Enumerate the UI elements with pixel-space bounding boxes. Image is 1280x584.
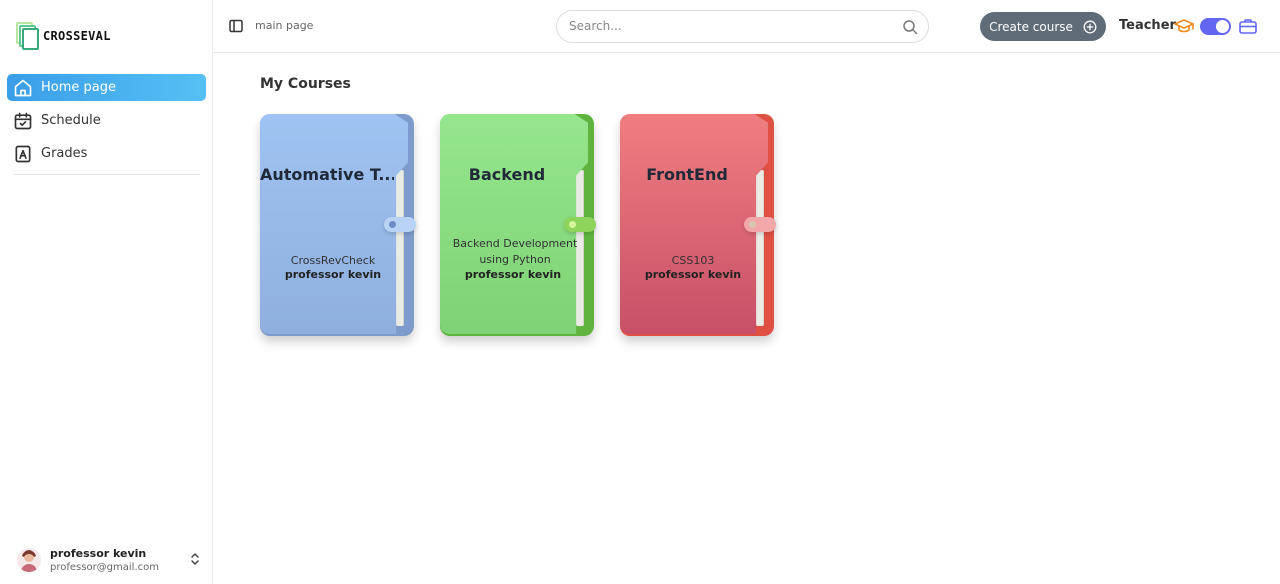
course-card[interactable]: Backend Backend Development using Python… bbox=[440, 114, 596, 336]
search-bar bbox=[556, 10, 929, 43]
course-card[interactable]: FrontEnd CSS103 professor kevin bbox=[620, 114, 776, 336]
card-tab bbox=[564, 217, 596, 232]
user-name: professor kevin bbox=[50, 546, 147, 560]
sidebar-item-label: Home page bbox=[41, 80, 116, 95]
course-title: FrontEnd bbox=[646, 165, 728, 184]
course-teacher: professor kevin bbox=[464, 268, 562, 281]
card-pages bbox=[756, 170, 764, 326]
section-title: My Courses bbox=[260, 76, 351, 92]
briefcase-icon[interactable] bbox=[1238, 16, 1258, 36]
sidebar: CROSSEVAL Home page Schedule Grades prof… bbox=[0, 0, 213, 584]
top-bar: main page Create course Teacher bbox=[214, 0, 1280, 53]
user-menu[interactable]: professor kevin professor@gmail.com bbox=[17, 545, 207, 575]
sidebar-divider bbox=[14, 174, 200, 175]
calendar-check-icon bbox=[14, 112, 32, 129]
course-description: CrossRevCheck bbox=[290, 254, 376, 267]
avatar bbox=[17, 548, 41, 572]
sidebar-item-home[interactable]: Home page bbox=[7, 74, 206, 101]
sidebar-item-label: Schedule bbox=[41, 113, 101, 128]
user-email: professor@gmail.com bbox=[50, 561, 159, 573]
sidebar-item-label: Grades bbox=[41, 146, 88, 161]
chevron-up-down-icon[interactable] bbox=[189, 552, 201, 566]
app-logo[interactable]: CROSSEVAL bbox=[16, 22, 111, 50]
home-icon bbox=[14, 79, 32, 96]
role-label: Teacher bbox=[1119, 18, 1176, 33]
role-toggle[interactable] bbox=[1200, 18, 1231, 35]
course-card[interactable]: Automative T... CrossRevCheck professor … bbox=[260, 114, 416, 336]
course-teacher: professor kevin bbox=[644, 268, 742, 281]
grades-icon bbox=[15, 145, 31, 162]
breadcrumb[interactable]: main page bbox=[255, 19, 313, 32]
course-teacher: professor kevin bbox=[284, 268, 382, 281]
sidebar-toggle-icon[interactable] bbox=[228, 18, 244, 34]
course-description: Backend Development using Python bbox=[452, 237, 578, 266]
sidebar-item-grades[interactable]: Grades bbox=[7, 140, 206, 167]
search-icon[interactable] bbox=[902, 19, 918, 35]
plus-circle-icon bbox=[1083, 20, 1097, 33]
graduation-cap-icon bbox=[1174, 19, 1194, 33]
logo-text: CROSSEVAL bbox=[43, 29, 111, 43]
create-course-label: Create course bbox=[989, 19, 1073, 34]
create-course-button[interactable]: Create course bbox=[980, 12, 1106, 41]
card-tab bbox=[744, 217, 776, 232]
avatar-icon bbox=[21, 550, 37, 572]
course-description: CSS103 bbox=[671, 254, 715, 267]
card-pages bbox=[396, 170, 404, 326]
course-title: Backend bbox=[468, 165, 546, 184]
course-title: Automative T... bbox=[260, 165, 394, 184]
logo-icon bbox=[16, 22, 40, 50]
sidebar-nav: Home page Schedule Grades bbox=[7, 74, 206, 173]
card-tab bbox=[384, 217, 416, 232]
search-input[interactable] bbox=[569, 19, 889, 33]
sidebar-item-schedule[interactable]: Schedule bbox=[7, 107, 206, 134]
